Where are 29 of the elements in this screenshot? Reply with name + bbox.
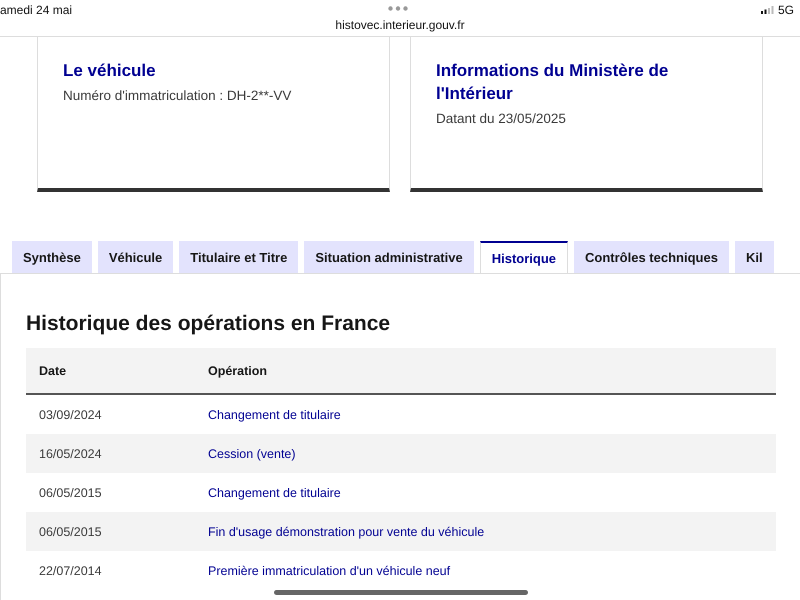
card-title: Informations du Ministère de l'Intérieur xyxy=(436,60,670,105)
date-cell: 06/05/2015 xyxy=(26,512,195,551)
tab[interactable]: Titulaire et Titre xyxy=(179,241,298,273)
date-cell: 22/07/2014 xyxy=(26,551,195,590)
tab[interactable]: Contrôles techniques xyxy=(574,241,729,273)
column-header: Opération xyxy=(195,348,776,394)
tab[interactable]: Synthèse xyxy=(12,241,92,273)
date-cell: 16/05/2024 xyxy=(26,434,195,473)
card-text: Numéro d'immatriculation : DH-2**-VV xyxy=(63,88,292,103)
signal-icon xyxy=(760,6,774,14)
date-cell: 06/05/2015 xyxy=(26,473,195,512)
network-label: 5G xyxy=(778,3,794,17)
tab[interactable]: Véhicule xyxy=(98,241,174,273)
tab[interactable]: Situation administrative xyxy=(304,241,474,273)
operation-cell: Changement de titulaire xyxy=(195,394,776,434)
operation-cell: Première immatriculation d'un véhicule neuf xyxy=(195,551,776,590)
card-text: Datant du 23/05/2025 xyxy=(436,111,567,126)
tab[interactable]: Historique xyxy=(480,241,568,273)
date-cell: 03/09/2024 xyxy=(26,394,195,434)
operation-cell: Cession (vente) xyxy=(195,434,776,473)
page-url: histovec.interieur.gouv.fr xyxy=(334,18,466,32)
column-header: Date xyxy=(26,348,195,394)
tab[interactable]: Kil xyxy=(734,241,774,273)
operation-cell: Fin d'usage démonstration pour vente du véhicule xyxy=(195,512,776,551)
status-date: amedi 24 mai xyxy=(0,3,72,17)
operation-cell: Changement de titulaire xyxy=(195,473,776,512)
card-title: Le véhicule xyxy=(63,60,157,82)
more-dots-icon[interactable] xyxy=(388,6,408,11)
section-title: Historique des opérations en France xyxy=(26,311,392,337)
